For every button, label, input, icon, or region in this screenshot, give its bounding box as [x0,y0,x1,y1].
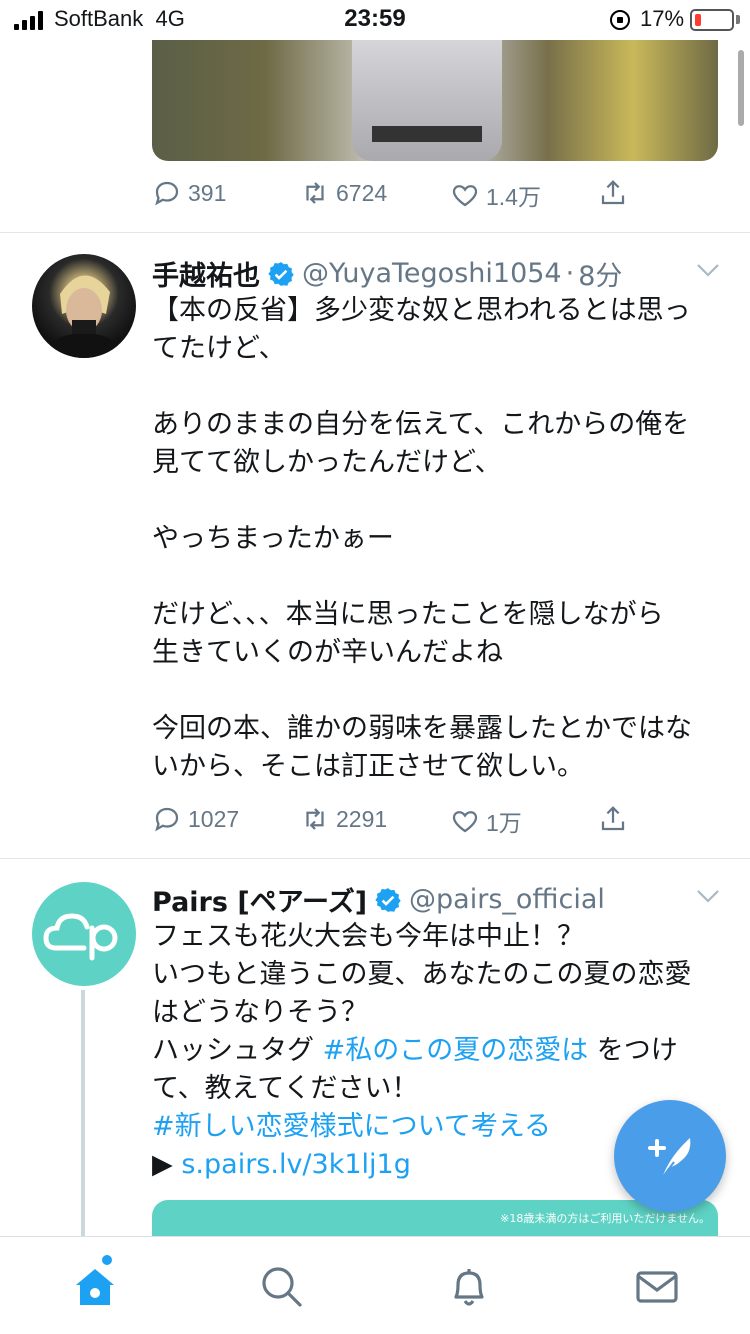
compose-feather-icon [648,1138,691,1179]
share-icon [601,806,625,831]
battery-percent: 17% [640,6,685,31]
user-handle[interactable]: @pairs_official [409,884,605,915]
heart-icon [452,811,478,833]
tweet-header: 手越祐也 @YuyaTegoshi1054 · 8分 [152,254,622,293]
tweet-line: ▶ s.pairs.lv/3k1lj1g [152,1149,411,1180]
tweet-line [152,672,692,710]
avatar[interactable] [32,254,136,358]
display-name[interactable]: 手越祐也 [152,254,260,293]
hashtag-link[interactable]: #私のこの夏の恋愛は [323,1035,589,1066]
status-bar: SoftBank 4G 23:59 17% [0,0,750,40]
tweet-line: 生きていくのが辛いんだよね [152,637,503,668]
chevron-down-icon[interactable] [696,888,720,904]
tweet-line: てたけど、 [152,333,286,364]
reply-button[interactable]: 391 [152,178,226,208]
tweet-line: て、教えてください！ [152,1073,419,1104]
tab-home[interactable] [72,1255,118,1309]
verified-badge-icon [268,261,294,286]
share-button[interactable] [598,804,634,834]
share-icon [601,180,625,205]
retweet-icon [306,182,324,204]
tweet-header: Pairs [ペアーズ] @pairs_official [152,880,605,919]
home-icon [76,1269,114,1305]
scrollbar[interactable] [738,50,744,126]
mail-icon [636,1271,678,1303]
timestamp[interactable]: 8分 [578,254,622,293]
tweet-actions: 1027 2291 1万 [152,804,632,844]
tweet-line: ハッシュタグ #私のこの夏の恋愛は をつけ [152,1035,678,1066]
avatar[interactable] [32,882,136,986]
notification-dot [102,1255,112,1265]
reply-button[interactable]: 1027 [152,804,239,834]
retweet-button[interactable]: 6724 [300,178,387,208]
reply-icon [155,807,179,832]
tweet-line: いつもと違うこの夏、あなたのこの夏の恋愛 [152,959,692,990]
display-name[interactable]: Pairs [ペアーズ] [152,880,367,919]
tweet-text: 【本の反省】多少変な奴と思われるとは思っ てたけど、 ありのままの自分を伝えて、… [152,292,692,786]
battery-icon [690,9,734,31]
search-icon [262,1267,302,1307]
share-button[interactable] [598,178,634,208]
heart-icon [452,185,478,207]
tweet-line [152,482,692,520]
chevron-down-icon[interactable] [696,262,720,278]
tweet-line: はどうなりそう？ [152,997,368,1028]
retweet-icon [306,808,324,830]
tweet-line: だけど、、、本当に思ったことを隠しながら [152,599,664,630]
tweet-line: 【本の反省】多少変な奴と思われるとは思っ [152,295,691,326]
card-note: ※18歳未満の方はご利用いただけません。 [500,1212,710,1225]
user-handle[interactable]: @YuyaTegoshi1054 [302,258,562,289]
like-button[interactable]: 1.4万 [450,178,541,212]
tweet-card-image[interactable]: ※18歳未満の方はご利用いただけません。 [152,1200,718,1240]
tweet-line: ありのままの自分を伝えて、これからの俺を [152,409,690,440]
tweet-line: いから、そこは訂正させて欲しい。 [152,751,584,782]
tweet-actions: 391 6724 1.4万 [152,178,632,218]
tab-messages[interactable] [634,1263,680,1309]
compose-tweet-button[interactable] [614,1100,726,1212]
tweet-line: やっちまったかぁー [152,523,394,554]
bottom-tab-bar [0,1236,750,1334]
reply-icon [155,181,179,206]
pairs-logo-icon [43,913,118,961]
tweet-line: 見てて欲しかったんだけど、 [152,447,502,478]
tweet-line: 今回の本、誰かの弱味を暴露したとかではな [152,713,692,744]
tweet-line: フェスも花火大会も今年は中止！？ [152,921,584,952]
clock: 23:59 [344,5,406,32]
tweet-media-photo[interactable] [152,30,718,161]
url-link[interactable]: s.pairs.lv/3k1lj1g [181,1149,410,1180]
thread-line [81,990,85,1240]
divider [0,858,750,859]
tab-search[interactable] [258,1263,304,1309]
verified-badge-icon [375,887,401,912]
tweet-line [152,558,692,596]
divider [0,232,750,233]
bell-icon [454,1269,484,1306]
retweet-button[interactable]: 2291 [300,804,387,834]
hashtag-link[interactable]: #新しい恋愛様式について考える [152,1111,551,1142]
like-button[interactable]: 1万 [450,804,522,838]
tweet-line: #新しい恋愛様式について考える [152,1108,691,1146]
separator: · [565,258,575,289]
tweet-text: フェスも花火大会も今年は中止！？ いつもと違うこの夏、あなたのこの夏の恋愛 はど… [152,918,691,1184]
orientation-lock-icon [610,10,630,30]
tweet-line [152,368,692,406]
tab-notifications[interactable] [446,1263,492,1309]
